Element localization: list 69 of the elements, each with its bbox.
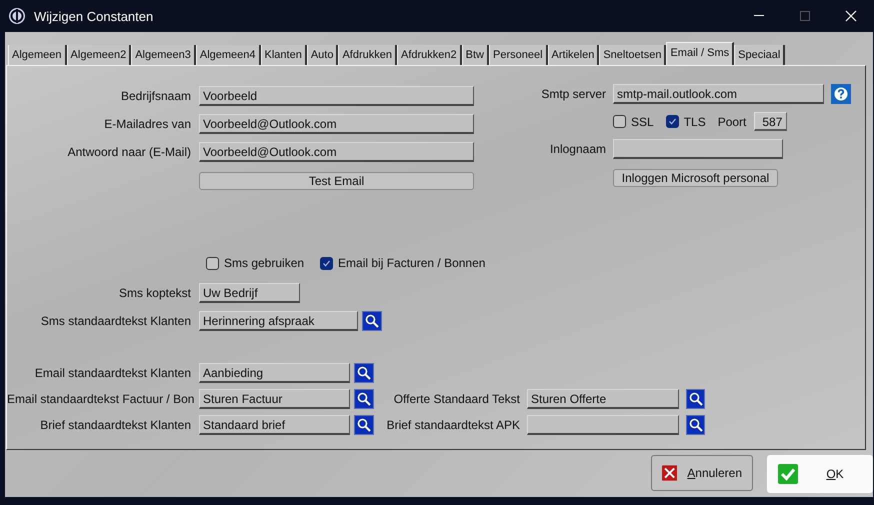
search-button[interactable] [362, 311, 382, 331]
search-button[interactable] [354, 415, 374, 435]
checkbox[interactable]: SSL [613, 114, 654, 128]
search-button[interactable] [354, 389, 374, 409]
maximize-icon [800, 11, 810, 21]
cancel-button[interactable]: Annuleren [651, 455, 753, 491]
input-field[interactable] [527, 415, 679, 435]
search-button[interactable] [686, 389, 705, 409]
search-icon [357, 392, 371, 406]
tab[interactable]: Algemeen [8, 45, 67, 65]
tab[interactable]: Sneltoetsen [599, 45, 666, 65]
test-email-button[interactable]: Test Email [199, 172, 474, 190]
field-label: Poort [718, 114, 746, 128]
search-button[interactable] [686, 415, 705, 435]
app-logo-icon [8, 7, 26, 25]
field-label: Antwoord naar (E-Mail) [66, 145, 191, 159]
field-label: Sms standaardtekst Klanten [40, 314, 191, 328]
checkmark-icon [778, 464, 798, 484]
field-label: Bedrijfsnaam [120, 89, 191, 103]
window-title: Wijzigen Constanten [34, 8, 154, 24]
input-field[interactable]: Sturen Factuur [199, 389, 350, 409]
input-field[interactable]: Uw Bedrijf [199, 283, 300, 303]
tab[interactable]: Btw [462, 45, 489, 65]
field-label: Brief standaardtekst Klanten [39, 418, 191, 432]
tab[interactable]: Afdrukken [338, 45, 397, 65]
close-icon [845, 10, 857, 22]
search-icon [365, 314, 379, 328]
tab[interactable]: Email / Sms [666, 42, 734, 65]
port-field[interactable]: 587 [754, 112, 788, 131]
tab[interactable]: Speciaal [734, 45, 786, 65]
input-field[interactable]: Voorbeeld [199, 86, 474, 106]
tab[interactable]: Personeel [489, 45, 548, 65]
input-field[interactable]: Herinnering afspraak [199, 311, 358, 331]
login-button[interactable]: Inloggen Microsoft personal [613, 169, 778, 187]
input-field[interactable]: Standaard brief [199, 415, 350, 435]
field-label: Email standaardtekst Klanten [34, 366, 191, 380]
minimize-icon [754, 15, 764, 17]
checkbox[interactable]: Email bij Facturen / Bonnen [320, 256, 486, 270]
close-icon [662, 463, 678, 483]
input-field[interactable] [613, 139, 783, 159]
input-field[interactable]: Sturen Offerte [527, 389, 679, 409]
input-field[interactable]: Voorbeeld@Outlook.com [199, 142, 474, 162]
checkmark-icon [668, 117, 677, 126]
search-icon [688, 392, 702, 406]
search-button[interactable] [354, 363, 374, 383]
field-label: Smtp server [540, 87, 606, 101]
checkbox[interactable]: TLS [666, 114, 706, 128]
tab[interactable]: Artikelen [548, 45, 600, 65]
tab[interactable]: Algemeen3 [131, 45, 196, 65]
field-label: Offerte Standaard Tekst [392, 392, 520, 406]
help-button[interactable] [831, 84, 851, 104]
search-icon [688, 418, 702, 432]
tab[interactable]: Auto [306, 45, 338, 65]
field-label: Brief standaardtekst APK [386, 418, 520, 432]
checkmark-icon [322, 258, 332, 268]
input-field[interactable]: Voorbeeld@Outlook.com [199, 114, 474, 134]
input-field[interactable]: smtp-mail.outlook.com [613, 84, 824, 104]
tab[interactable]: Algemeen4 [196, 45, 261, 65]
checkbox[interactable]: Sms gebruiken [206, 256, 304, 270]
search-icon [357, 366, 371, 380]
tab[interactable]: Afdrukken2 [397, 45, 462, 65]
tab[interactable]: Klanten [260, 45, 307, 65]
tab[interactable]: Algemeen2 [66, 45, 132, 65]
field-label: E-Mailadres van [103, 117, 191, 131]
input-field[interactable]: Aanbieding [199, 363, 350, 383]
search-icon [357, 418, 371, 432]
ok-button[interactable]: OK [767, 455, 873, 493]
field-label: Inlognaam [548, 142, 606, 156]
field-label: Sms koptekst [118, 286, 191, 300]
